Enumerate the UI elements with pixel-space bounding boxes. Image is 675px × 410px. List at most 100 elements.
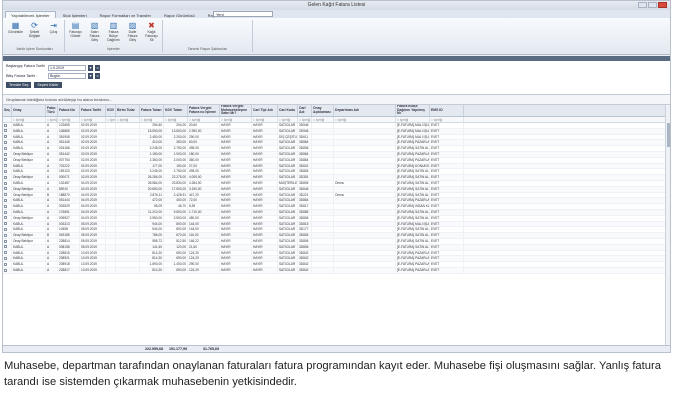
table-cell: 159123: [58, 169, 80, 175]
minimize-button[interactable]: [638, 2, 647, 8]
faturayi-goster-button[interactable]: ▤ Faturayı Göster: [67, 20, 84, 47]
row-select-checkbox[interactable]: [3, 123, 12, 128]
close-button[interactable]: [658, 2, 667, 8]
column-filter-cell[interactable]: = Içeriği: [334, 117, 396, 122]
row-select-checkbox[interactable]: [3, 215, 12, 221]
column-header[interactable]: Departman Adı: [334, 105, 396, 116]
row-select-checkbox[interactable]: [3, 151, 12, 157]
tab-rapor-goruntusu[interactable]: Rapor Görüntüsü: [158, 11, 201, 18]
column-header[interactable]: Fatura Vergisi Fatura no İşleme: [188, 105, 220, 116]
row-select-checkbox[interactable]: [3, 163, 12, 169]
calendar-icon[interactable]: ▾: [88, 65, 93, 71]
column-header[interactable]: Fatura No: [58, 105, 80, 116]
row-select-checkbox[interactable]: [3, 227, 12, 233]
row-select-checkbox[interactable]: [3, 192, 12, 198]
column-filter-cell[interactable]: = Içeriği: [164, 117, 188, 122]
secimi-kaldir-button[interactable]: Seçimi Kaldır: [34, 82, 62, 88]
row-select-checkbox[interactable]: [3, 128, 12, 134]
column-filter-cell[interactable]: = Içeriği: [430, 117, 464, 122]
column-filter-cell[interactable]: = Içeriği: [396, 117, 430, 122]
table-cell: [E-FATURA] SATIN ALMA: [397, 233, 430, 238]
column-header[interactable]: Seç: [3, 105, 12, 116]
table-cell: EVET: [430, 192, 464, 198]
maximize-button[interactable]: [648, 2, 657, 8]
row-select-checkbox[interactable]: [3, 256, 12, 262]
column-header[interactable]: Fatura Tarihi: [80, 105, 106, 116]
column-header[interactable]: Fatur. Türü: [46, 105, 58, 116]
column-header[interactable]: Cari Kodu: [278, 105, 298, 116]
row-select-checkbox[interactable]: [3, 180, 12, 186]
row-select-checkbox[interactable]: [3, 204, 12, 209]
column-header[interactable]: Birim Tutar: [116, 105, 140, 116]
clear-icon[interactable]: ×: [95, 65, 100, 71]
column-filter-cell[interactable]: = Içeriği: [220, 117, 252, 122]
column-filter-cell[interactable]: = Içeriği: [116, 117, 140, 122]
row-select-checkbox[interactable]: [3, 169, 12, 175]
column-filter-cell[interactable]: = Içeriği: [12, 117, 46, 122]
column-filter-cell[interactable]: = Içeriği: [80, 117, 106, 122]
column-filter-cell[interactable]: = Içeriği: [140, 117, 164, 122]
column-header[interactable]: Onay Açıklaması: [312, 105, 334, 116]
satiri-fatura-giris-button[interactable]: ▧ Satırı Fatura Giriş: [86, 20, 103, 47]
fatura-butce-dagilimi-button[interactable]: ▥ Fatura Bütçe Dağılımı: [105, 20, 122, 47]
dalle-fatura-giris-button[interactable]: ▨ Dalle Fatura Giriş: [124, 20, 141, 47]
row-select-checkbox[interactable]: [3, 209, 12, 215]
table-cell: SATICILAR: [278, 157, 298, 163]
cikis-button[interactable]: ⇥ Çıkış: [45, 20, 62, 47]
row-select-checkbox[interactable]: [3, 238, 12, 244]
template-select[interactable]: Yeni: [213, 11, 273, 17]
tab-yapilabilecek-islemler[interactable]: Yapılabilecek İşlemler: [5, 11, 56, 18]
scroll-thumb[interactable]: [667, 123, 670, 147]
row-select-checkbox[interactable]: [3, 157, 12, 163]
table-cell: 3D946: [298, 123, 312, 128]
column-header[interactable]: Cari Adı: [298, 105, 312, 116]
tab-stok-islemleri[interactable]: Stok İşlemleri: [57, 11, 93, 18]
end-date-input[interactable]: Bugün: [48, 73, 86, 79]
table-cell: SATICILAR: [278, 146, 298, 151]
clear-icon[interactable]: ×: [95, 73, 100, 79]
temizle-sec-button[interactable]: Temizle Seç: [6, 82, 32, 88]
row-select-checkbox[interactable]: [3, 233, 12, 238]
table-cell: HAYIR: [252, 175, 278, 180]
row-select-checkbox[interactable]: [3, 250, 12, 256]
column-filter-cell[interactable]: = Içeriği: [312, 117, 334, 122]
group-panel[interactable]: Gruplamak istediğiniz kolonu sürükleyip …: [3, 95, 670, 105]
gorunle-button[interactable]: ▦ Görüntüle: [7, 20, 24, 47]
column-filter-cell[interactable]: = Içeriği: [278, 117, 298, 122]
sirketi-degistir-button[interactable]: ⟳ Şirketi Değiştir: [26, 20, 43, 47]
table-cell: [116, 198, 140, 204]
column-filter-cell[interactable]: = Içeriği: [106, 117, 116, 122]
start-date-input[interactable]: 1.9.2019: [48, 65, 86, 71]
row-select-checkbox[interactable]: [3, 267, 12, 273]
column-header[interactable]: KDV Tutarı: [164, 105, 188, 116]
row-select-checkbox[interactable]: [3, 146, 12, 151]
column-header[interactable]: Fatura Bütçe Dağılımı Yapılmış Mı: [396, 105, 430, 116]
row-select-checkbox[interactable]: [3, 175, 12, 180]
column-filter-cell[interactable]: = Içeriği: [58, 117, 80, 122]
vertical-scrollbar[interactable]: [665, 105, 670, 345]
table-row[interactable]: KABUL A 228817 10.09.2019 814,20 690,00 124,20…: [3, 267, 670, 274]
column-filter-cell[interactable]: = Içeriği: [188, 117, 220, 122]
column-header[interactable]: Fatura Vergisi Muhasebeleşme Satırı Mı?: [220, 105, 252, 116]
row-select-checkbox[interactable]: [3, 244, 12, 250]
row-select-checkbox[interactable]: [3, 134, 12, 140]
column-header[interactable]: Onay: [12, 105, 46, 116]
row-select-checkbox[interactable]: [3, 140, 12, 146]
table-cell: 3D177: [298, 227, 312, 233]
row-select-checkbox[interactable]: [3, 262, 12, 267]
calendar-icon[interactable]: ▾: [88, 73, 93, 79]
column-header[interactable]: EMS ID: [430, 105, 464, 116]
row-select-checkbox[interactable]: [3, 186, 12, 192]
column-filter-cell[interactable]: = Içeriği: [46, 117, 58, 122]
tab-rapor-formatlari[interactable]: Rapor Formatları ve Transfer: [94, 11, 157, 18]
column-filter-cell[interactable]: = Içeriği: [252, 117, 278, 122]
column-header[interactable]: KDV: [106, 105, 116, 116]
column-filter-cell[interactable]: [3, 117, 12, 122]
row-select-checkbox[interactable]: [3, 198, 12, 204]
row-select-checkbox[interactable]: [3, 221, 12, 227]
kagit-faturayi-sil-button[interactable]: ✖ Kağıt Faturayı Sil: [143, 20, 160, 47]
table-cell: HAYIR: [252, 180, 278, 186]
column-header[interactable]: Fatura Tutarı: [140, 105, 164, 116]
column-filter-cell[interactable]: = Içeriği: [298, 117, 312, 122]
column-header[interactable]: Cari Tipi Adı: [252, 105, 278, 116]
